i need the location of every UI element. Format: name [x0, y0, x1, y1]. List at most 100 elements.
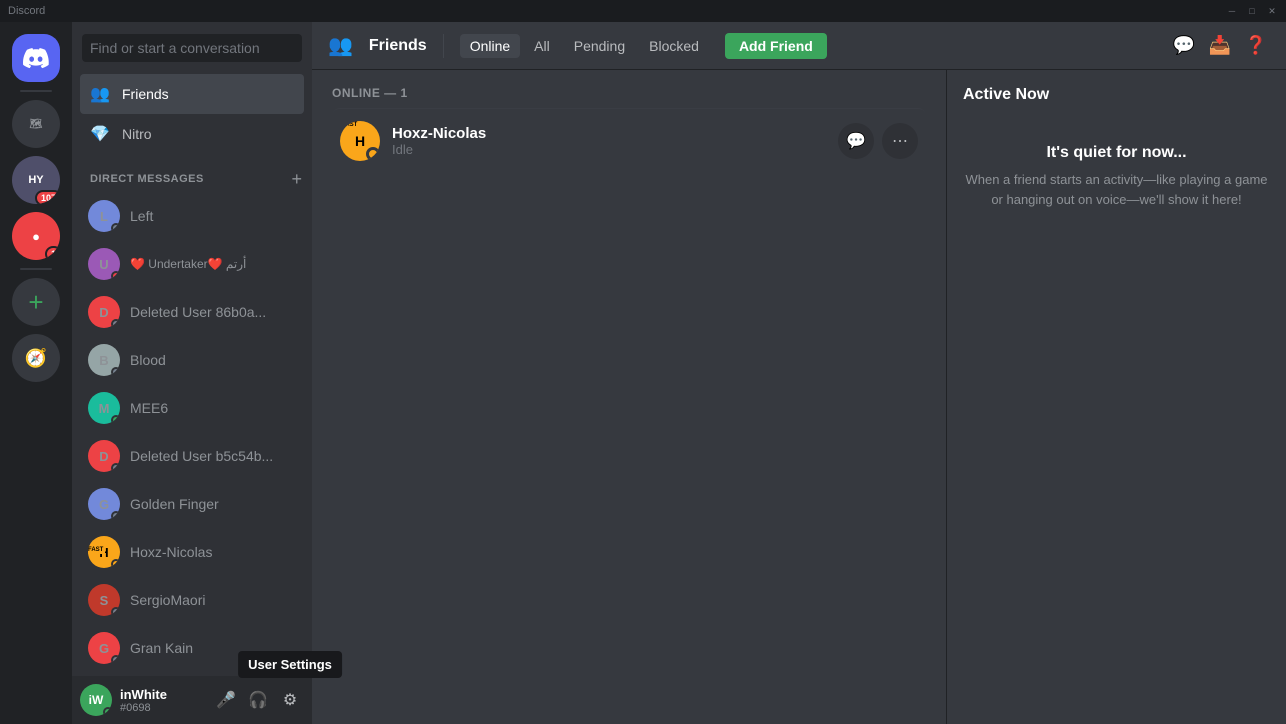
status-dot [111, 463, 120, 472]
friend-actions: 💬 ⋯ [838, 123, 918, 159]
window-controls: ─ □ ✕ [1226, 5, 1278, 17]
user-settings-button[interactable]: ⚙ [276, 686, 304, 714]
dm-name: SergioMaori [130, 592, 205, 608]
server-escape[interactable]: 🗺 [12, 100, 60, 148]
nitro-nav-label: Nitro [122, 126, 152, 142]
friends-nav-label: Friends [122, 86, 169, 102]
dm-item-deleted1[interactable]: D Deleted User 86b0a... [80, 288, 304, 336]
friend-status: Idle [392, 142, 838, 157]
app-body: 🗺 HY 107 ● 1 + 🧭 👥 Friends [0, 22, 1286, 724]
dm-item-hoxz-nicolas[interactable]: H FAST Hoxz-Nicolas [80, 528, 304, 576]
avatar: U [88, 248, 120, 280]
friend-row-hoxz-nicolas[interactable]: H FAST Hoxz-Nicolas Idle 💬 ⋯ [332, 108, 926, 173]
dm-item-mee6[interactable]: M MEE6 [80, 384, 304, 432]
status-dot [111, 223, 120, 232]
dm-section-header: Direct Messages + [72, 154, 312, 192]
friends-icon: 👥 [88, 82, 112, 106]
server-red-badge: 1 [45, 246, 60, 260]
dm-nav: 👥 Friends 💎 Nitro [72, 74, 312, 154]
user-info: inWhite #0698 [120, 687, 204, 714]
status-dot [111, 511, 120, 520]
help-icon: ❓ [1245, 35, 1267, 56]
dm-item-deleted2[interactable]: D Deleted User b5c54b... [80, 432, 304, 480]
dm-item-left[interactable]: L Left [80, 192, 304, 240]
server-divider [20, 90, 52, 92]
friends-tabs: Online All Pending Blocked [460, 34, 709, 58]
user-area: iW inWhite #0698 🎤 🎧 ⚙ User Settings [72, 676, 312, 724]
discord-home-button[interactable] [12, 34, 60, 82]
status-dot [111, 415, 120, 424]
sidebar-item-friends[interactable]: 👥 Friends [80, 74, 304, 114]
friend-name: Hoxz-Nicolas [392, 125, 838, 142]
help-button[interactable]: ❓ [1242, 32, 1270, 60]
avatar: D [88, 440, 120, 472]
explore-servers-button[interactable]: 🧭 [12, 334, 60, 382]
status-dot [111, 367, 120, 376]
new-group-dm-button[interactable]: 💬 [1170, 32, 1198, 60]
app-title: Discord [8, 5, 45, 17]
direct-messages-header: Direct Messages [90, 173, 204, 185]
active-now-title: Active Now [963, 86, 1270, 104]
friends-main-area: ONLINE — 1 H FAST Hoxz-Nicolas Idle 💬 [312, 70, 1286, 724]
message-icon: 💬 [846, 131, 866, 151]
dm-sidebar: 👥 Friends 💎 Nitro Direct Messages + L Le… [72, 22, 312, 724]
tab-blocked[interactable]: Blocked [639, 34, 709, 58]
dm-item-golden-finger[interactable]: G Golden Finger [80, 480, 304, 528]
more-options-button[interactable]: ⋯ [882, 123, 918, 159]
friend-info: Hoxz-Nicolas Idle [392, 125, 838, 157]
add-friend-button[interactable]: Add Friend [725, 33, 827, 59]
microphone-button[interactable]: 🎤 [212, 686, 240, 714]
status-dot [111, 655, 120, 664]
tab-all[interactable]: All [524, 34, 560, 58]
main-content: 👥 Friends Online All Pending Blocked Add… [312, 22, 1286, 724]
dm-item-blood[interactable]: B Blood [80, 336, 304, 384]
avatar: M [88, 392, 120, 424]
user-discriminator: #0698 [120, 702, 204, 714]
settings-tooltip-container: ⚙ User Settings [276, 686, 304, 714]
close-button[interactable]: ✕ [1266, 5, 1278, 17]
dm-search-container [72, 22, 312, 74]
add-dm-button[interactable]: + [291, 170, 302, 188]
add-server-button[interactable]: + [12, 278, 60, 326]
status-dot [111, 559, 120, 568]
dm-name: Deleted User b5c54b... [130, 448, 273, 464]
user-controls: 🎤 🎧 ⚙ User Settings [212, 686, 304, 714]
friends-header-title: Friends [369, 37, 427, 55]
dm-name: Blood [130, 352, 166, 368]
fast-tag-friend: FAST [340, 121, 359, 129]
dm-name: MEE6 [130, 400, 168, 416]
inbox-button[interactable]: 📥 [1206, 32, 1234, 60]
server-red[interactable]: ● 1 [12, 212, 60, 260]
user-name: inWhite [120, 687, 204, 702]
maximize-button[interactable]: □ [1246, 5, 1258, 17]
server-hyn[interactable]: HY 107 [12, 156, 60, 204]
friends-header: 👥 Friends Online All Pending Blocked Add… [312, 22, 1286, 70]
status-dot [111, 607, 120, 616]
friend-avatar: H FAST [340, 121, 380, 161]
sidebar-item-nitro[interactable]: 💎 Nitro [80, 114, 304, 154]
headphones-button[interactable]: 🎧 [244, 686, 272, 714]
user-avatar: iW [80, 684, 112, 716]
avatar: G [88, 488, 120, 520]
active-now-panel: Active Now It's quiet for now... When a … [946, 70, 1286, 724]
inbox-icon: 📥 [1209, 35, 1231, 56]
header-actions: 💬 📥 ❓ [1170, 32, 1270, 60]
avatar: G [88, 632, 120, 664]
dm-name: Hoxz-Nicolas [130, 544, 212, 560]
tab-pending[interactable]: Pending [564, 34, 635, 58]
dm-name: Golden Finger [130, 496, 219, 512]
dm-item-undertaker[interactable]: U ❤️ Undertaker❤️ أرتم [80, 240, 304, 288]
dm-name: Left [130, 208, 153, 224]
minimize-button[interactable]: ─ [1226, 5, 1238, 17]
dm-item-gran-kain[interactable]: G Gran Kain [80, 624, 304, 672]
tab-online[interactable]: Online [460, 34, 520, 58]
dm-name: Gran Kain [130, 640, 193, 656]
friends-header-icon: 👥 [328, 33, 353, 58]
status-dot [111, 319, 120, 328]
find-conversation-input[interactable] [82, 34, 302, 62]
message-friend-button[interactable]: 💬 [838, 123, 874, 159]
server-sidebar: 🗺 HY 107 ● 1 + 🧭 [0, 22, 72, 724]
message-plus-icon: 💬 [1173, 35, 1195, 56]
dm-name: ❤️ Undertaker❤️ أرتم [130, 257, 246, 271]
dm-item-sergio[interactable]: S SergioMaori [80, 576, 304, 624]
